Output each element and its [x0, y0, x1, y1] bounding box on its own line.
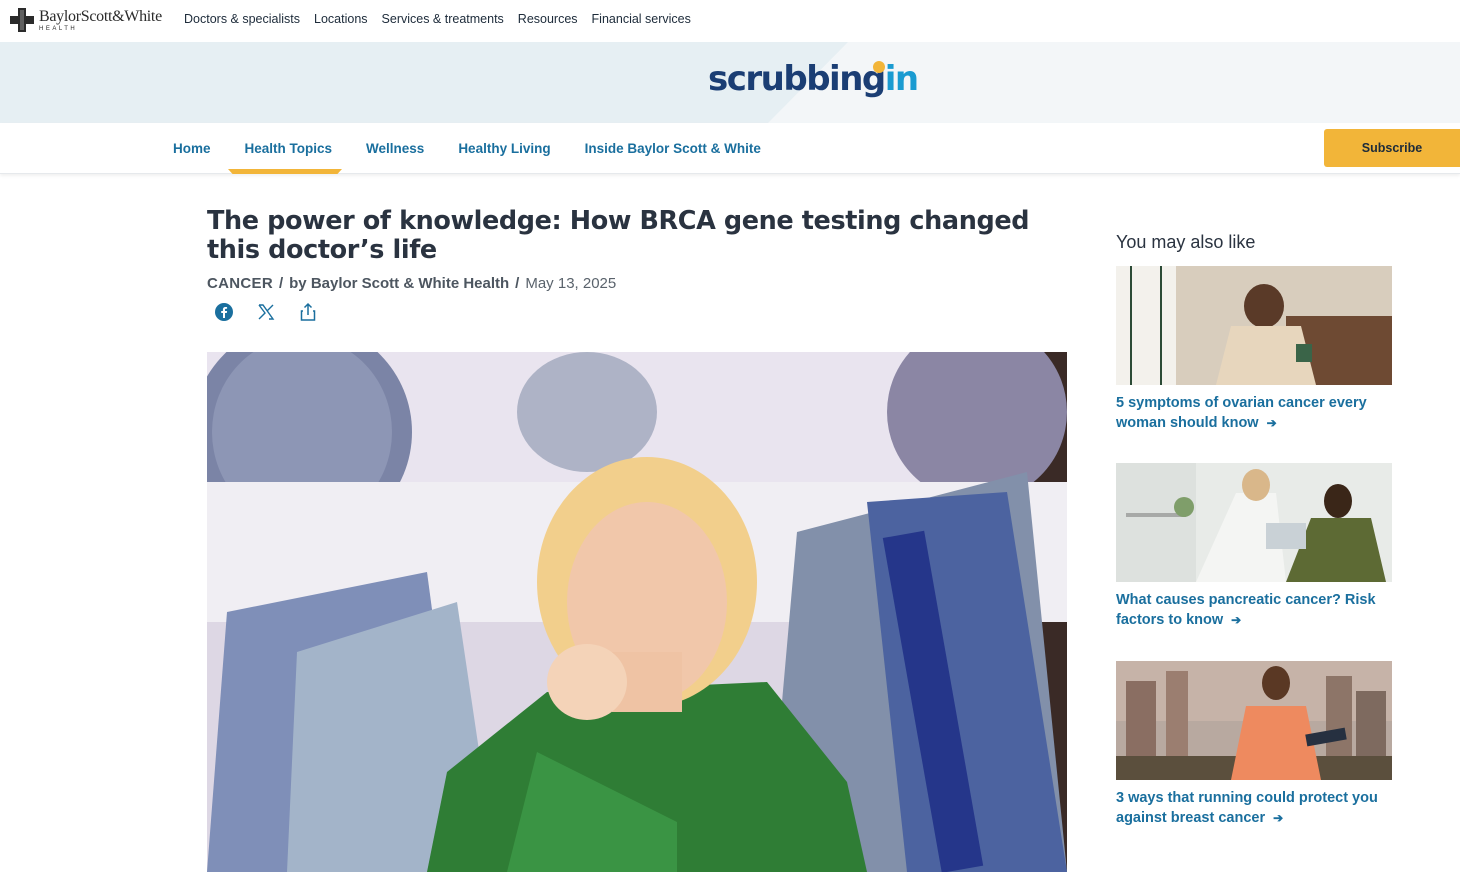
related-card[interactable]: 5 symptoms of ovarian cancer every woman…	[1116, 266, 1392, 433]
subnav-healthy-living[interactable]: Healthy Living	[458, 141, 550, 156]
nav-financial-services[interactable]: Financial services	[592, 12, 691, 26]
subnav-health-topics[interactable]: Health Topics	[245, 141, 333, 156]
related-card-text[interactable]: 5 symptoms of ovarian cancer every woman…	[1116, 395, 1367, 431]
arrow-right-icon: ➔	[1266, 416, 1277, 430]
brand-part-1: scrubbing	[708, 59, 886, 99]
nav-resources[interactable]: Resources	[518, 12, 578, 26]
meta-separator-2: /	[515, 275, 520, 292]
related-heading: You may also like	[1116, 232, 1256, 252]
scrubbing-in-logo[interactable]: scrubbingin	[708, 59, 919, 99]
cross-logo-icon	[10, 8, 34, 32]
nav-services-treatments[interactable]: Services & treatments	[382, 12, 504, 26]
related-card[interactable]: 3 ways that running could protect you ag…	[1116, 661, 1392, 828]
top-navigation: Doctors & specialists Locations Services…	[184, 12, 705, 26]
logo-name: BaylorScott&White	[39, 7, 162, 25]
related-card-text[interactable]: 3 ways that running could protect you ag…	[1116, 790, 1378, 826]
x-icon[interactable]	[255, 301, 277, 323]
related-card-title: 3 ways that running could protect you ag…	[1116, 788, 1392, 828]
related-card-image[interactable]	[1116, 463, 1392, 582]
meta-separator: /	[278, 275, 284, 292]
site-banner: scrubbingin	[0, 42, 1460, 123]
related-card[interactable]: What causes pancreatic cancer? Risk fact…	[1116, 463, 1392, 630]
related-card-title: What causes pancreatic cancer? Risk fact…	[1116, 590, 1392, 630]
top-bar: BaylorScott&White HEALTH Doctors & speci…	[0, 0, 1460, 42]
arrow-right-icon: ➔	[1231, 613, 1242, 627]
facebook-icon[interactable]	[213, 301, 235, 323]
subnav-home[interactable]: Home	[173, 141, 211, 156]
logo-subtitle: HEALTH	[39, 25, 78, 32]
category-link[interactable]: CANCER	[207, 275, 273, 292]
subnav-wellness[interactable]: Wellness	[366, 141, 424, 156]
article-byline: by Baylor Scott & White Health	[289, 275, 510, 292]
share-bar	[213, 301, 319, 323]
section-navigation: Home Health Topics Wellness Healthy Livi…	[0, 123, 1460, 174]
subnav-inside-baylor[interactable]: Inside Baylor Scott & White	[585, 141, 761, 156]
article-meta: CANCER / by Baylor Scott & White Health …	[207, 275, 616, 292]
nav-doctors-specialists[interactable]: Doctors & specialists	[184, 12, 300, 26]
related-card-text[interactable]: What causes pancreatic cancer? Risk fact…	[1116, 592, 1376, 628]
brand-dot-icon	[873, 61, 885, 73]
related-card-image[interactable]	[1116, 661, 1392, 780]
baylor-scott-white-logo[interactable]: BaylorScott&White HEALTH	[8, 5, 168, 35]
article-title: The power of knowledge: How BRCA gene te…	[207, 206, 1030, 265]
related-card-title: 5 symptoms of ovarian cancer every woman…	[1116, 393, 1392, 433]
nav-locations[interactable]: Locations	[314, 12, 368, 26]
hero-image	[207, 352, 1067, 872]
share-icon[interactable]	[297, 301, 319, 323]
subscribe-button[interactable]: Subscribe	[1324, 129, 1460, 167]
article-date: May 13, 2025	[525, 275, 617, 292]
related-card-image[interactable]	[1116, 266, 1392, 385]
active-tab-indicator	[228, 169, 342, 174]
arrow-right-icon: ➔	[1273, 811, 1284, 825]
banner-shade	[0, 42, 768, 123]
brand-part-2: in	[884, 59, 919, 99]
